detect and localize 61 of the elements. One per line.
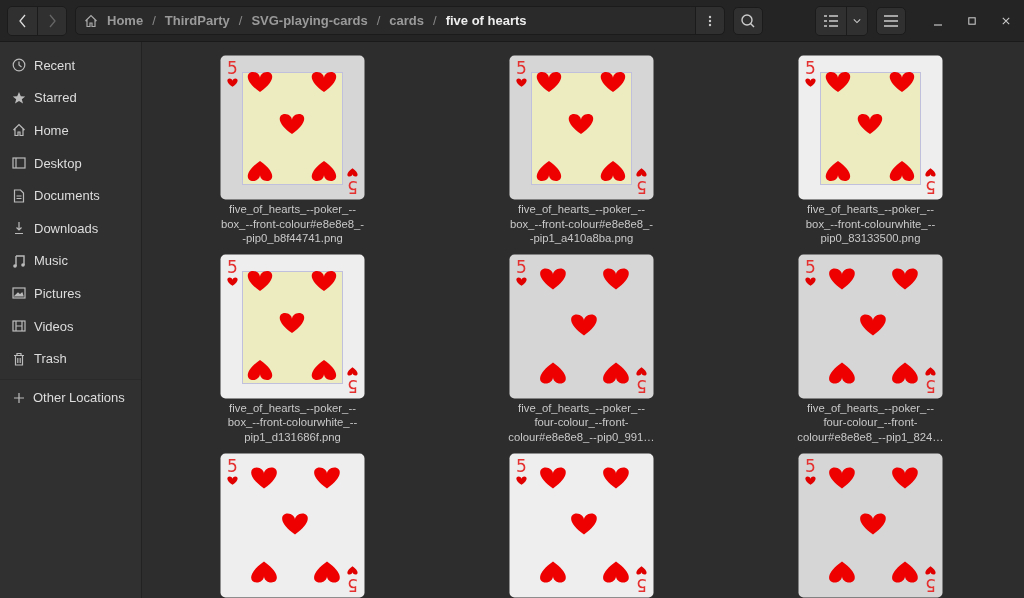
chevron-right-icon [47, 13, 57, 28]
sidebar-item[interactable]: Music [0, 244, 141, 278]
back-button[interactable] [8, 6, 37, 35]
other-locations-link[interactable]: Other Locations [0, 378, 141, 416]
card-thumbnail[interactable]: 5 5 [509, 55, 654, 200]
clock-icon [12, 58, 26, 73]
card-thumbnail[interactable]: 5 5 [220, 55, 365, 200]
sidebar-item[interactable]: Trash [0, 342, 141, 375]
search-button[interactable] [733, 6, 763, 35]
more-icon [708, 13, 712, 28]
sidebar-item[interactable]: Desktop [0, 146, 141, 180]
path-crumb[interactable]: five of hearts [445, 13, 527, 28]
search-icon [740, 12, 756, 29]
sidebar-item[interactable]: Home [0, 114, 141, 147]
path-separator: / [433, 13, 437, 28]
path-separator: / [238, 13, 243, 28]
home-icon [84, 13, 98, 28]
list-icon [824, 14, 838, 27]
menu-button[interactable] [876, 6, 906, 35]
minimize-icon [934, 23, 942, 26]
card-thumbnail[interactable]: 5 5 [220, 452, 365, 598]
path-separator: / [376, 13, 381, 28]
file-name: five_of_hearts_--poker_-- box_--front-colourwhite_-- pip0_83133500.png [805, 202, 936, 246]
sidebar-item[interactable]: Pictures [0, 277, 141, 310]
desktop-icon [12, 156, 26, 171]
path-crumb[interactable]: Home [107, 13, 144, 28]
card-thumbnail[interactable]: 5 5 [798, 253, 943, 399]
sidebar-item[interactable]: Videos [0, 309, 141, 343]
path-crumb[interactable]: ThirdParty [164, 13, 230, 28]
card-thumbnail[interactable]: 5 5 [798, 55, 943, 200]
sidebar-item[interactable]: Recent [0, 49, 141, 82]
view-list-button[interactable] [816, 6, 846, 35]
sidebar-item[interactable]: Documents [0, 179, 141, 212]
menu-icon [884, 14, 898, 27]
sidebar-item[interactable]: Starred [0, 81, 141, 115]
maximize-icon [968, 15, 976, 26]
sidebar-item[interactable]: Downloads [0, 211, 141, 245]
chevron-left-icon [17, 13, 28, 28]
card-thumbnail[interactable]: 5 5 [509, 452, 654, 598]
home-icon [12, 123, 26, 138]
film-icon [12, 319, 26, 334]
card-thumbnail[interactable]: 5 5 [220, 253, 365, 399]
path-crumb[interactable]: cards [389, 13, 425, 28]
file-name: five_of_hearts_--poker_-- box_--front-colour#e8e8e8_- -pip1_a410a8ba.png [509, 202, 654, 246]
document-icon [12, 188, 26, 203]
card-thumbnail[interactable]: 5 5 [509, 253, 654, 399]
plus-icon [13, 391, 25, 404]
star-icon [12, 90, 26, 105]
picture-icon [12, 286, 26, 301]
file-name: five_of_hearts_--poker_-- four-colour_--front- colour#e8e8e8_--pip0_991… [508, 400, 655, 445]
file-name: five_of_hearts_--poker_-- box_--front-colour#e8e8e8_- -pip0_b8f44741.png [220, 202, 365, 246]
path-crumb[interactable]: SVG-playing-cards [251, 13, 368, 28]
file-name: five_of_hearts_--poker_-- box_--front-colourwhite_-- pip1_d131686f.png [227, 400, 358, 445]
download-icon [12, 221, 26, 236]
trash-icon [12, 351, 26, 366]
music-icon [12, 253, 26, 268]
file-name: five_of_hearts_--poker_-- four-colour_--front- colour#e8e8e8_--pip1_824… [797, 400, 944, 445]
path-separator: / [152, 13, 156, 28]
card-thumbnail[interactable]: 5 5 [798, 452, 943, 598]
chevron-down-icon [853, 17, 861, 24]
close-icon [1002, 15, 1010, 26]
